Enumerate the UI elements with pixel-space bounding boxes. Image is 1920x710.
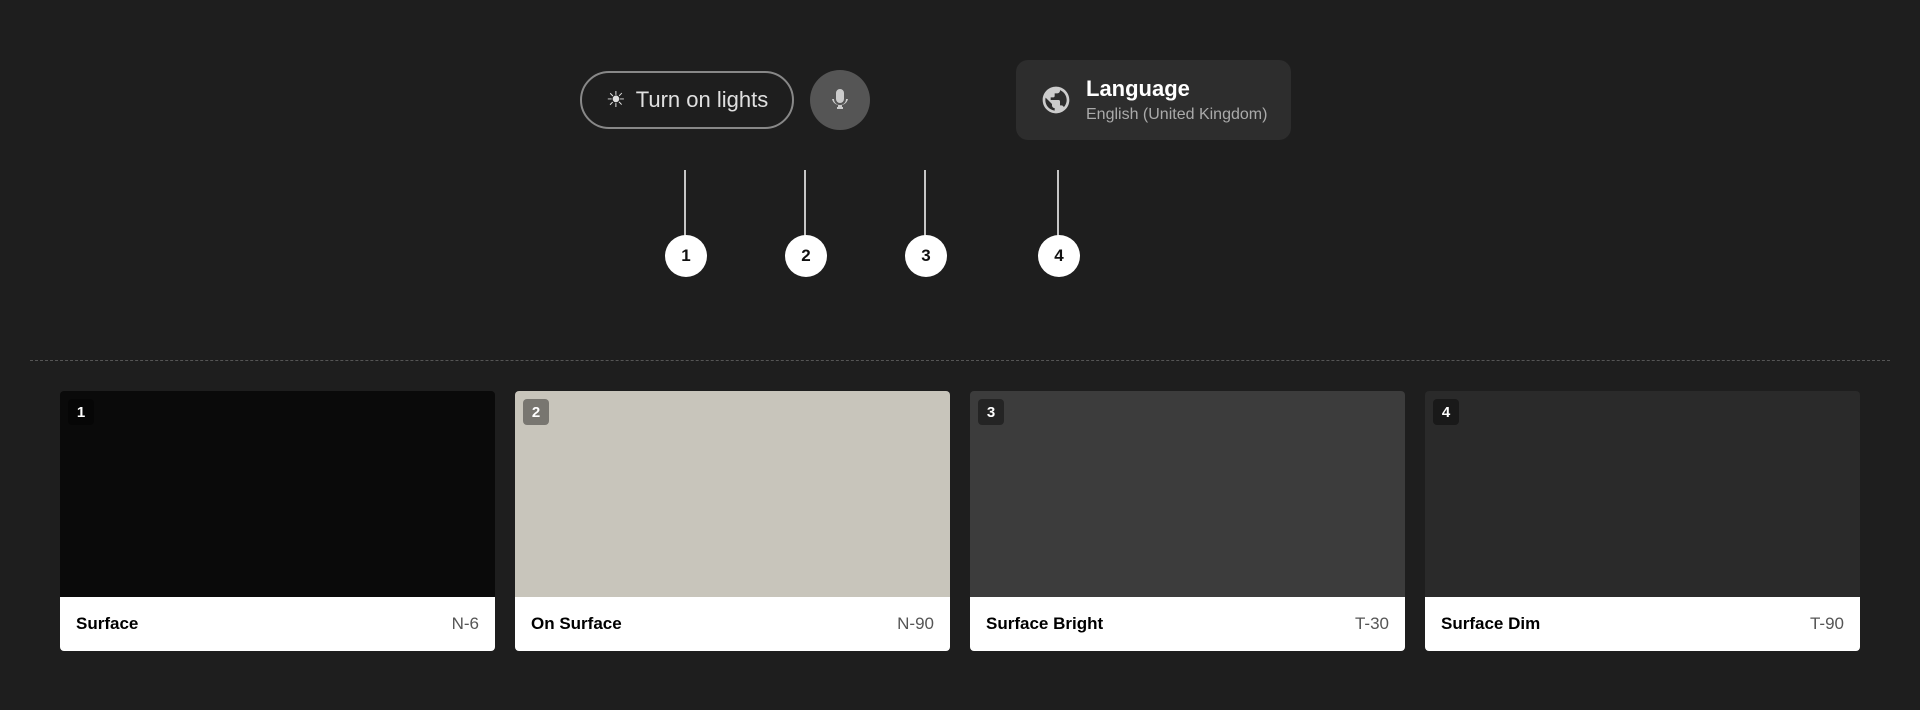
color-card-1: 1 Surface N-6 — [60, 391, 495, 651]
color-label-4: Surface Dim T-90 — [1425, 597, 1860, 651]
color-name-4: Surface Dim — [1441, 614, 1540, 634]
globe-icon — [1040, 84, 1072, 116]
color-code-4: T-90 — [1810, 614, 1844, 634]
annotation-4: 4 — [1038, 235, 1080, 277]
color-name-1: Surface — [76, 614, 138, 634]
card-number-2: 2 — [523, 399, 549, 425]
annotation-1: 1 — [665, 235, 707, 277]
color-code-1: N-6 — [452, 614, 479, 634]
turn-on-lights-label: Turn on lights — [636, 87, 768, 113]
bottom-section: 1 Surface N-6 2 On Surface N-90 3 Surface Brigh… — [0, 361, 1920, 701]
card-number-1: 1 — [68, 399, 94, 425]
annotation-2: 2 — [785, 235, 827, 277]
mic-icon — [828, 88, 852, 112]
color-swatch-3 — [970, 391, 1405, 597]
color-label-1: Surface N-6 — [60, 597, 495, 651]
color-name-3: Surface Bright — [986, 614, 1103, 634]
card-number-3: 3 — [978, 399, 1004, 425]
language-subtitle: English (United Kingdom) — [1086, 106, 1267, 124]
language-title: Language — [1086, 76, 1267, 102]
sun-icon: ☀ — [606, 87, 626, 113]
mic-button[interactable] — [810, 70, 870, 130]
color-name-2: On Surface — [531, 614, 622, 634]
color-label-3: Surface Bright T-30 — [970, 597, 1405, 651]
color-swatch-1 — [60, 391, 495, 597]
color-code-3: T-30 — [1355, 614, 1389, 634]
annotation-3: 3 — [905, 235, 947, 277]
color-swatch-4 — [1425, 391, 1860, 597]
turn-on-lights-button[interactable]: ☀ Turn on lights — [580, 71, 794, 129]
color-card-3: 3 Surface Bright T-30 — [970, 391, 1405, 651]
color-swatch-2 — [515, 391, 950, 597]
top-section: ☀ Turn on lights Language English (Unite… — [0, 0, 1920, 360]
color-code-2: N-90 — [897, 614, 934, 634]
language-card: Language English (United Kingdom) — [1016, 60, 1291, 140]
color-card-4: 4 Surface Dim T-90 — [1425, 391, 1860, 651]
color-card-2: 2 On Surface N-90 — [515, 391, 950, 651]
color-label-2: On Surface N-90 — [515, 597, 950, 651]
card-number-4: 4 — [1433, 399, 1459, 425]
